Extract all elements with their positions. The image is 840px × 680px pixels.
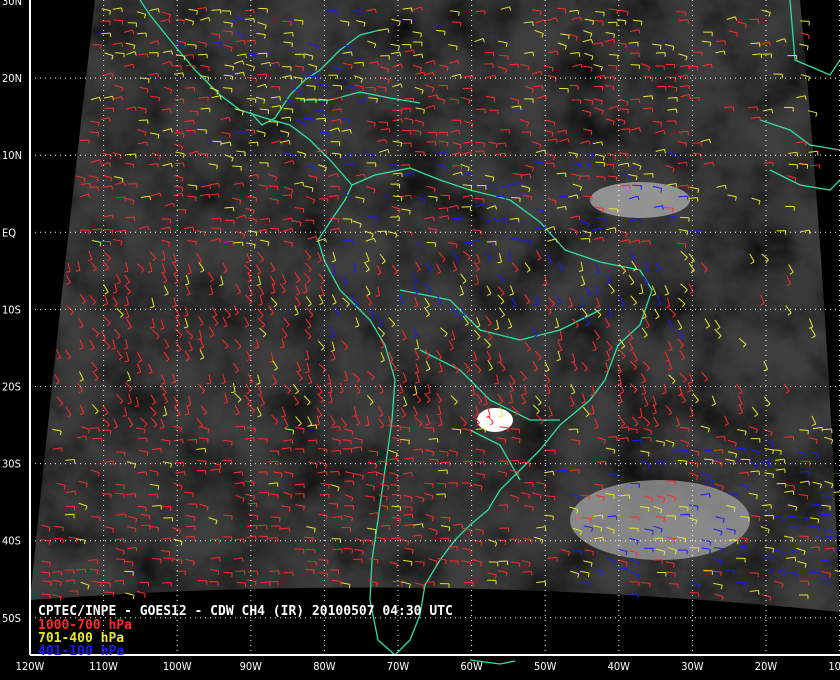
latitude-labels: 30N 20N 10N EQ 10S 20S 30S 40S 50S <box>2 0 22 625</box>
longitude-label: 90W <box>240 660 263 673</box>
latitude-label: 10N <box>2 149 22 162</box>
latitude-label: 10S <box>2 303 21 316</box>
legend-high-level: 401-100 hPa <box>38 644 124 659</box>
wind-barb <box>125 592 135 600</box>
longitude-label: 100W <box>163 660 192 673</box>
longitude-label: 40W <box>608 660 631 673</box>
longitude-label: 80W <box>313 660 336 673</box>
latitude-label: 30N <box>2 0 22 8</box>
latitude-label: 20S <box>2 381 21 394</box>
longitude-label: 50W <box>534 660 557 673</box>
latitude-label: 20N <box>2 72 22 85</box>
longitude-label: 60W <box>460 660 483 673</box>
image-title: CPTEC/INPE - GOES12 - CDW CH4 (IR) 20100… <box>38 604 453 619</box>
latitude-label: 30S <box>2 458 21 471</box>
longitude-label: 120W <box>16 660 45 673</box>
longitude-label: 30W <box>681 660 704 673</box>
longitude-label: 110W <box>89 660 118 673</box>
latitude-label: 50S <box>2 612 21 625</box>
latitude-label: 40S <box>2 535 21 548</box>
longitude-labels: 120W 110W 100W 90W 80W 70W 60W 50W 40W 30W 20W 10W <box>16 660 840 673</box>
longitude-label: 10W <box>828 660 840 673</box>
latitude-label: EQ <box>2 226 16 239</box>
satellite-wind-map: 30N 20N 10N EQ 10S 20S 30S 40S 50S 120W 110W 100W 9… <box>2 0 840 673</box>
longitude-label: 70W <box>387 660 410 673</box>
longitude-label: 20W <box>755 660 778 673</box>
